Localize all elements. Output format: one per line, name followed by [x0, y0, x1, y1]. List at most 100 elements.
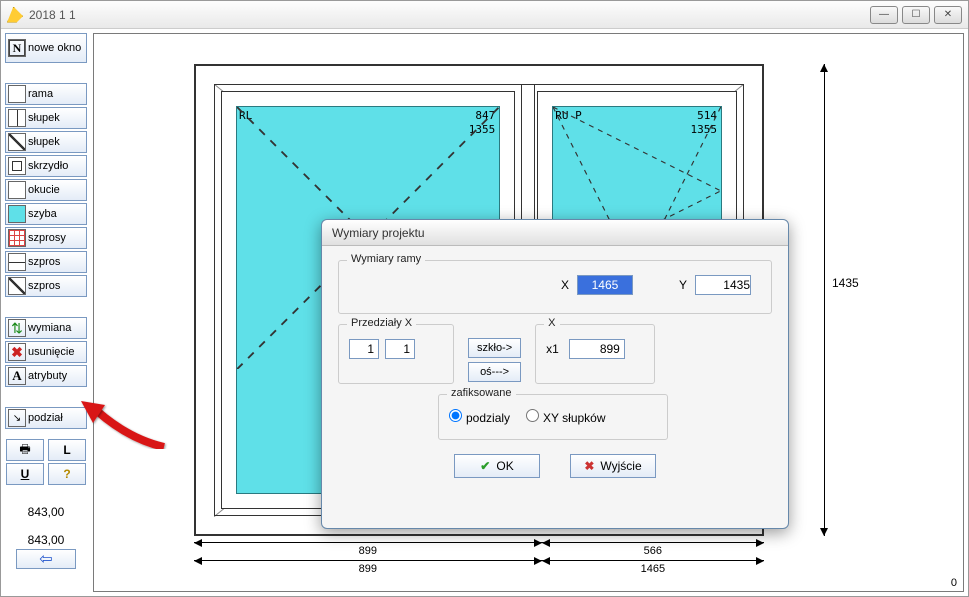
x-icon: ✖: [584, 459, 594, 473]
nowe-okno-label: nowe okno: [28, 43, 81, 54]
szyba-button[interactable]: szyba: [5, 203, 87, 225]
przedzialy-fieldset: Przedziały X: [338, 324, 454, 384]
rama-button[interactable]: rama: [5, 83, 87, 105]
close-button[interactable]: ✕: [934, 6, 962, 24]
split-icon: ↘: [8, 409, 26, 427]
radio-xyslupkow-label: XY słupków: [543, 411, 605, 425]
app-window: 2018 1 1 — ☐ ✕ N nowe okno rama słupek s…: [0, 0, 969, 597]
value-1: 843,00: [28, 505, 65, 519]
slupek1-button[interactable]: słupek: [5, 107, 87, 129]
fixed-fieldset: zafiksowane podzialy XY słupków: [438, 394, 668, 440]
x1-input[interactable]: [569, 339, 625, 359]
grid-icon: [8, 229, 26, 247]
radio-podzialy[interactable]: podzialy: [449, 409, 510, 425]
tool-sidebar: N nowe okno rama słupek słupek skrzydło …: [5, 33, 87, 429]
check-icon: ✔: [480, 459, 490, 473]
podzial-label: podział: [28, 412, 63, 424]
rama-label: rama: [28, 88, 53, 100]
print-button[interactable]: 🖶: [6, 439, 44, 461]
szpros2-label: szpros: [28, 280, 60, 292]
exit-button[interactable]: ✖ Wyjście: [570, 454, 656, 478]
window-controls: — ☐ ✕: [870, 6, 962, 24]
back-button[interactable]: ⇦: [16, 549, 76, 569]
wymiana-button[interactable]: ⇅wymiana: [5, 317, 87, 339]
os-button[interactable]: oś--->: [468, 362, 521, 382]
dim-bot-1: 899: [194, 560, 542, 578]
frame-icon: [8, 85, 26, 103]
skrzydlo-label: skrzydło: [28, 160, 68, 172]
sash-icon: [8, 157, 26, 175]
atrybuty-button[interactable]: Aatrybuty: [5, 365, 87, 387]
dimensions-dialog: Wymiary projektu Wymiary ramy X Y Przedz…: [321, 219, 789, 529]
szpros2-button[interactable]: szpros: [5, 275, 87, 297]
usuniecie-button[interactable]: ✖usunięcie: [5, 341, 87, 363]
x-label: X: [561, 278, 569, 292]
p1-input[interactable]: [349, 339, 379, 359]
bottom-sidebar: 🖶 L U ? 843,00 843,00 ⇦: [5, 439, 87, 569]
slupek1-label: słupek: [28, 112, 60, 124]
y-input[interactable]: [695, 275, 751, 295]
szpros1-label: szpros: [28, 256, 60, 268]
ok-label: OK: [496, 459, 513, 473]
dim-bot-2: 1465: [542, 560, 764, 578]
szyba-label: szyba: [28, 208, 57, 220]
client-area: N nowe okno rama słupek słupek skrzydło …: [1, 29, 968, 596]
u-button[interactable]: U: [6, 463, 44, 485]
dimension-height: 1435: [824, 64, 825, 536]
p2-input[interactable]: [385, 339, 415, 359]
title-bar[interactable]: 2018 1 1 — ☐ ✕: [1, 1, 968, 29]
exit-label: Wyjście: [600, 459, 641, 473]
radio-xyslupkow[interactable]: XY słupków: [526, 409, 605, 425]
zero-label: 0: [951, 577, 957, 589]
x-section-legend: X: [544, 317, 559, 329]
slupek2-button[interactable]: słupek: [5, 131, 87, 153]
skrzydlo-button[interactable]: skrzydło: [5, 155, 87, 177]
szprosy-label: szprosy: [28, 232, 66, 244]
radio-podzialy-input[interactable]: [449, 409, 462, 422]
value-2: 843,00: [28, 533, 65, 547]
minimize-button[interactable]: —: [870, 6, 898, 24]
dim-height-text: 1435: [832, 276, 859, 290]
attributes-icon: A: [8, 367, 26, 385]
x-fieldset: X x1: [535, 324, 655, 384]
bar-d-icon: [8, 277, 26, 295]
fixed-legend: zafiksowane: [447, 387, 516, 399]
bar-h-icon: [8, 253, 26, 271]
mullion-v-icon: [8, 109, 26, 127]
dimension-width: 899 566 899 1465: [194, 542, 764, 578]
usuniecie-label: usunięcie: [28, 346, 74, 358]
x-input[interactable]: [577, 275, 633, 295]
frame-dims-legend: Wymiary ramy: [347, 253, 425, 265]
okucie-button[interactable]: okucie: [5, 179, 87, 201]
szklo-button[interactable]: szkło->: [468, 338, 521, 358]
glass-icon: [8, 205, 26, 223]
przedzialy-legend: Przedziały X: [347, 317, 416, 329]
podzial-button[interactable]: ↘podział: [5, 407, 87, 429]
slupek2-label: słupek: [28, 136, 60, 148]
letter-n-icon: N: [8, 39, 26, 57]
wymiana-label: wymiana: [28, 322, 71, 334]
szpros1-button[interactable]: szpros: [5, 251, 87, 273]
arrow-left-icon: ⇦: [39, 549, 52, 569]
maximize-button[interactable]: ☐: [902, 6, 930, 24]
dim-top-1: 899: [194, 542, 542, 560]
dialog-title[interactable]: Wymiary projektu: [322, 220, 788, 246]
nowe-okno-button[interactable]: N nowe okno: [5, 33, 87, 63]
radio-xyslupkow-input[interactable]: [526, 409, 539, 422]
swap-icon: ⇅: [8, 319, 26, 337]
delete-icon: ✖: [8, 343, 26, 361]
szprosy-button[interactable]: szprosy: [5, 227, 87, 249]
x1-label: x1: [546, 342, 559, 356]
frame-dims-fieldset: Wymiary ramy X Y: [338, 260, 772, 314]
ok-button[interactable]: ✔ OK: [454, 454, 540, 478]
dim-top-2: 566: [542, 542, 764, 560]
l-button[interactable]: L: [48, 439, 86, 461]
help-button[interactable]: ?: [48, 463, 86, 485]
okucie-label: okucie: [28, 184, 60, 196]
radio-podzialy-label: podzialy: [466, 411, 510, 425]
atrybuty-label: atrybuty: [28, 370, 67, 382]
y-label: Y: [679, 278, 687, 292]
mullion-d-icon: [8, 133, 26, 151]
window-title: 2018 1 1: [29, 8, 76, 22]
app-icon: [7, 7, 23, 23]
